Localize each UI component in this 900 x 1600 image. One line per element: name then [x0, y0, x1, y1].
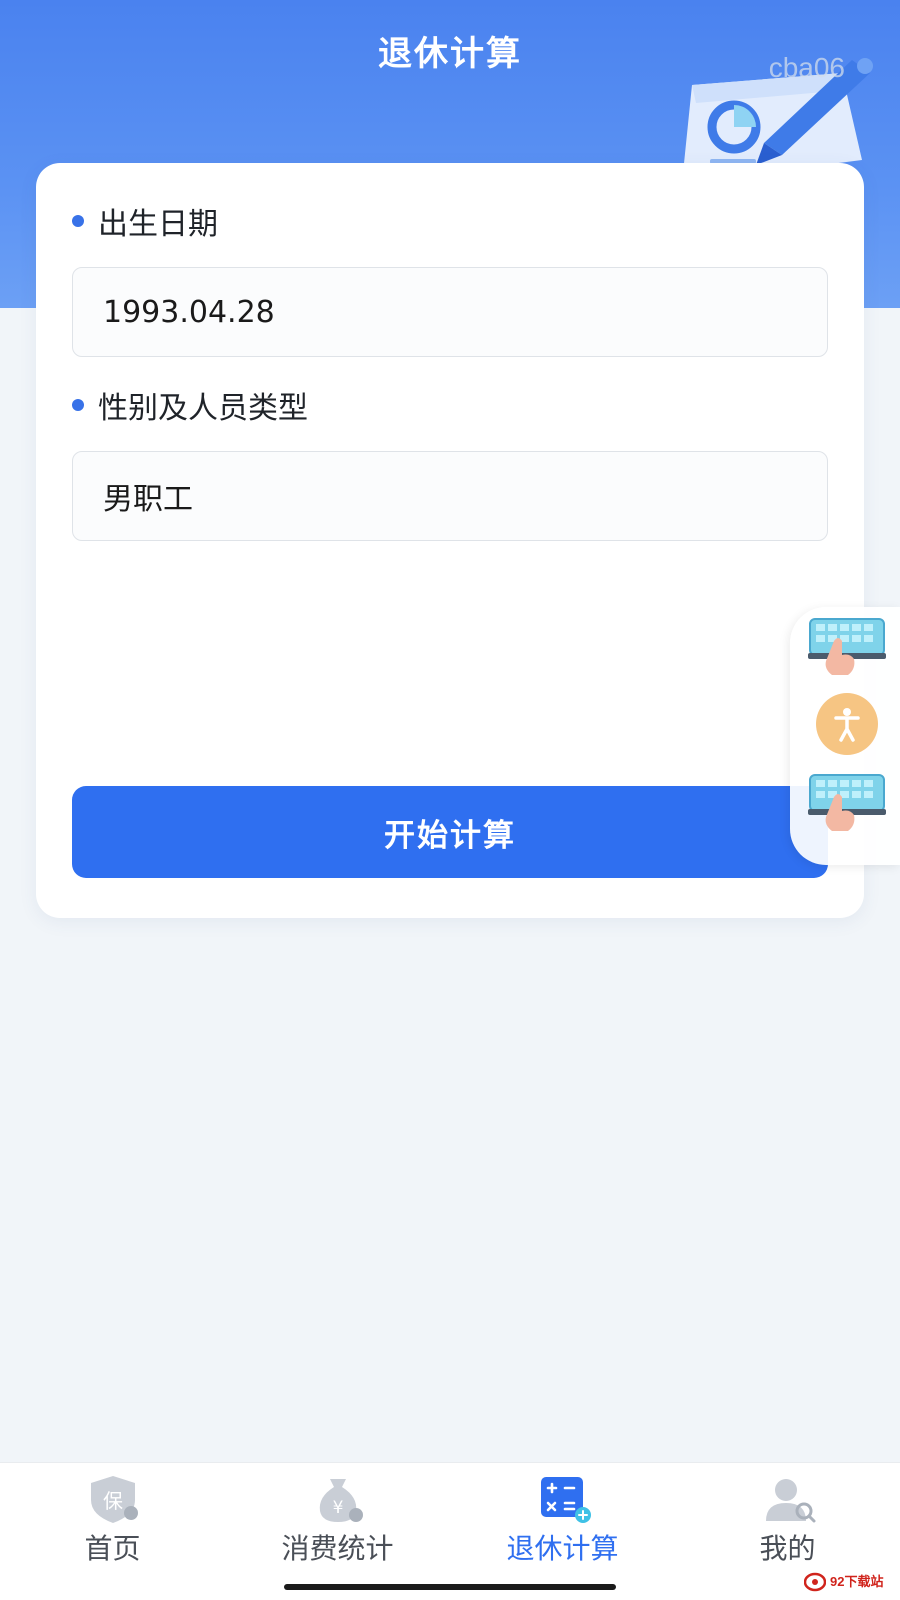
keyboard-touch-button[interactable] [790, 611, 900, 681]
nav-item-retirement-calc[interactable]: 退休计算 [450, 1463, 675, 1573]
keyboard-touch-icon [808, 618, 886, 675]
nav-item-profile[interactable]: 我的 [675, 1463, 900, 1573]
accessibility-button[interactable] [790, 687, 900, 757]
nav-label-retirement-calc: 退休计算 [506, 1532, 619, 1565]
svg-text:¥: ¥ [332, 1498, 343, 1518]
birth-date-field[interactable]: 1993.04.28 [72, 267, 828, 357]
user-profile-icon [765, 1479, 815, 1523]
money-bag-icon: ¥ [319, 1479, 363, 1522]
bullet-dot-icon [72, 399, 84, 411]
birth-date-value: 1993.04.28 [103, 294, 275, 330]
bottom-navigation-bar: 保 首页 ¥ 消费统计 退休计算 我的 [0, 1462, 900, 1600]
keyboard-touch-button[interactable] [790, 767, 900, 837]
nav-item-home[interactable]: 保 首页 [0, 1463, 225, 1573]
nav-item-spending-stats[interactable]: ¥ 消费统计 [225, 1463, 450, 1573]
calculator-icon [540, 1477, 591, 1523]
bullet-dot-icon [72, 215, 84, 227]
site-logo-icon [804, 1572, 826, 1592]
birth-date-label: 出生日期 [72, 199, 218, 243]
keyboard-touch-icon [808, 774, 886, 831]
nav-label-spending-stats: 消费统计 [281, 1532, 394, 1565]
start-calculation-button[interactable]: 开始计算 [72, 786, 828, 878]
site-logo: 92下载站 [804, 1566, 894, 1596]
person-type-label-text: 性别及人员类型 [98, 391, 308, 426]
home-indicator-bar [284, 1584, 616, 1590]
person-type-select[interactable]: 男职工 [72, 451, 828, 541]
insurance-shield-icon: 保 [90, 1476, 138, 1523]
watermark-text: cba06 [768, 52, 845, 83]
accessibility-icon [816, 693, 878, 755]
retirement-form-card: 出生日期 1993.04.28 性别及人员类型 男职工 开始计算 [36, 163, 864, 918]
birth-date-label-text: 出生日期 [98, 207, 218, 242]
site-logo-text: 92下载站 [830, 1573, 884, 1589]
nav-label-profile: 我的 [759, 1532, 816, 1565]
person-type-label: 性别及人员类型 [72, 383, 308, 427]
svg-text:保: 保 [103, 1489, 123, 1513]
floating-tools-panel [790, 607, 900, 865]
nav-label-home: 首页 [84, 1532, 141, 1565]
person-type-value: 男职工 [103, 482, 193, 517]
